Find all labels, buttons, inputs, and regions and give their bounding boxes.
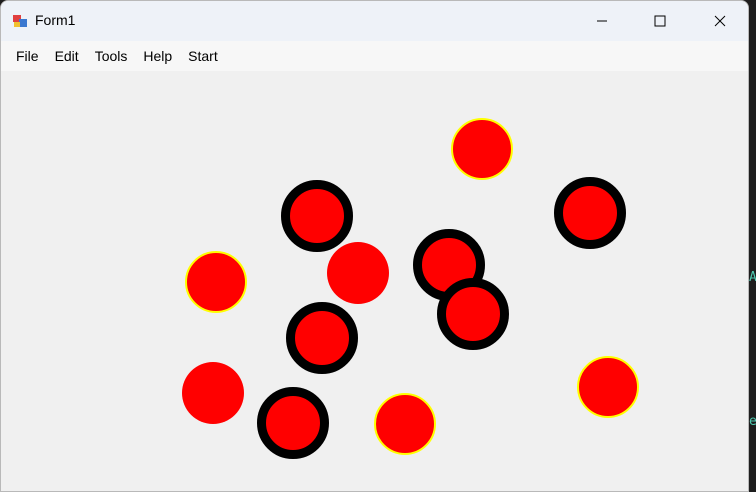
ball [257,387,329,459]
minimize-button[interactable] [573,1,631,41]
ball [286,302,358,374]
app-window: Form1 File Edit Tools Help Start [0,0,749,492]
background-glyph: e [749,414,756,429]
menu-help[interactable]: Help [135,44,180,68]
ball [327,242,389,304]
maximize-icon [654,15,666,27]
app-icon [13,15,27,27]
ball [185,251,247,313]
ball [577,356,639,418]
ball [281,180,353,252]
background-glyph: A [749,270,756,285]
ball [374,393,436,455]
drawing-canvas[interactable] [1,71,748,491]
minimize-icon [597,20,607,22]
close-button[interactable] [691,1,748,41]
ball [554,177,626,249]
ball [451,118,513,180]
close-icon [714,15,726,27]
ball [437,278,509,350]
menu-edit[interactable]: Edit [47,44,87,68]
window-title: Form1 [35,12,76,28]
maximize-button[interactable] [631,1,689,41]
menu-bar: File Edit Tools Help Start [1,41,748,71]
menu-file[interactable]: File [8,44,47,68]
menu-start[interactable]: Start [180,44,226,68]
title-bar[interactable]: Form1 [1,1,748,41]
menu-tools[interactable]: Tools [87,44,136,68]
ball [182,362,244,424]
